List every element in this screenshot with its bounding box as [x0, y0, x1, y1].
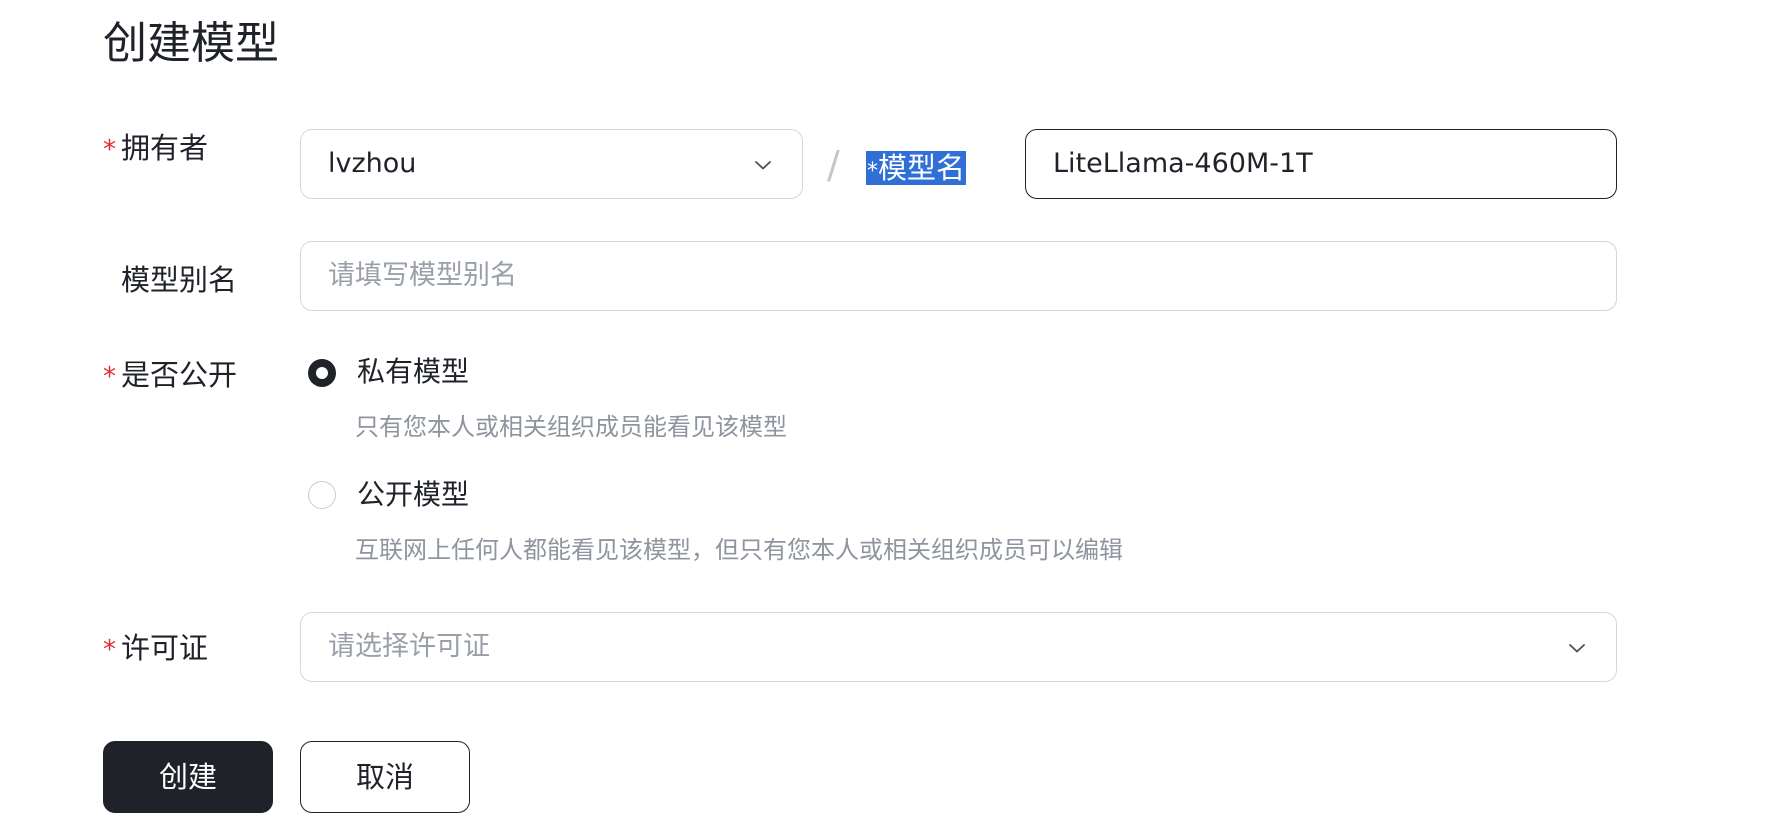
owner-select[interactable]: lvzhou [300, 129, 803, 199]
required-mark: * [103, 362, 116, 392]
model-name-label-selection: *模型名 [866, 151, 967, 185]
owner-label: * 拥有者 [103, 128, 208, 170]
alias-label: 模型别名 [103, 260, 237, 300]
model-name-input[interactable]: LiteLlama-460M-1T [1025, 129, 1617, 199]
license-select-placeholder: 请选择许可证 [328, 631, 490, 662]
license-label: * 许可证 [103, 628, 208, 670]
model-name-input-value: LiteLlama-460M-1T [1053, 148, 1313, 179]
page-title: 创建模型 [103, 18, 279, 69]
license-label-text: 许可证 [121, 631, 209, 665]
owner-label-text: 拥有者 [121, 131, 209, 165]
required-mark: * [867, 159, 878, 184]
radio-private-model[interactable] [308, 359, 336, 387]
owner-model-separator: / [827, 143, 840, 187]
alias-input[interactable]: 请填写模型别名 [300, 241, 1617, 311]
required-mark: * [103, 635, 116, 665]
alias-label-text: 模型别名 [121, 263, 238, 297]
visibility-label-text: 是否公开 [121, 358, 238, 392]
radio-private-model-description: 只有您本人或相关组织成员能看见该模型 [355, 413, 787, 441]
create-model-page: 创建模型 * 拥有者 lvzhou / *模型名 LiteLlama-460M-1… [0, 0, 1768, 838]
license-select[interactable]: 请选择许可证 [300, 612, 1617, 682]
required-mark: * [103, 135, 116, 165]
visibility-label: * 是否公开 [103, 355, 237, 397]
radio-public-model[interactable] [308, 481, 336, 509]
chevron-down-icon [1569, 644, 1585, 653]
radio-public-model-label[interactable]: 公开模型 [357, 475, 469, 515]
model-name-label-text: 模型名 [878, 151, 966, 185]
create-button[interactable]: 创建 [103, 741, 273, 813]
cancel-button[interactable]: 取消 [300, 741, 470, 813]
alias-input-placeholder: 请填写模型别名 [328, 260, 517, 291]
radio-private-model-label[interactable]: 私有模型 [357, 352, 469, 392]
model-name-label: *模型名 [866, 148, 967, 192]
radio-public-model-description: 互联网上任何人都能看见该模型，但只有您本人或相关组织成员可以编辑 [355, 536, 1123, 564]
owner-select-value: lvzhou [328, 148, 417, 179]
chevron-down-icon [755, 161, 771, 170]
